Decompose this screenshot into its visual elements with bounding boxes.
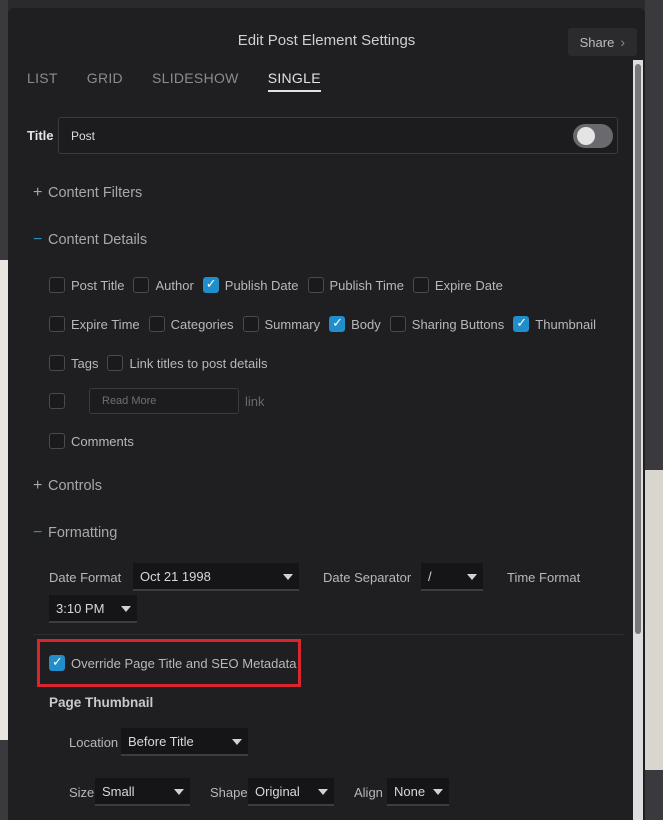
caret-down-icon xyxy=(433,789,443,795)
section-label: Controls xyxy=(48,478,102,494)
date-format-value: Oct 21 1998 xyxy=(140,568,211,584)
checkbox-categories[interactable]: Categories xyxy=(148,316,234,332)
shape-select[interactable]: Original xyxy=(248,778,334,806)
plus-icon: + xyxy=(33,477,43,494)
toggle-knob xyxy=(577,127,595,145)
checkbox-read-more[interactable] xyxy=(49,393,71,409)
checkbox-expire-date[interactable]: Expire Date xyxy=(412,277,503,293)
caret-down-icon xyxy=(318,789,328,795)
checkbox-tags[interactable]: Tags xyxy=(49,355,98,371)
title-row: Title Post xyxy=(27,117,618,154)
backdrop-right xyxy=(645,0,663,820)
minus-icon: − xyxy=(33,524,43,541)
time-format-value: 3:10 PM xyxy=(56,600,105,616)
caret-down-icon xyxy=(174,789,184,795)
checkbox-summary[interactable]: Summary xyxy=(242,316,320,332)
size-value: Small xyxy=(102,783,135,799)
checkbox-row-3: Tags Link titles to post details xyxy=(49,355,277,371)
caret-down-icon xyxy=(283,574,293,580)
section-label: Formatting xyxy=(48,525,118,541)
title-toggle[interactable] xyxy=(573,124,613,148)
plus-icon: + xyxy=(33,184,43,201)
section-formatting[interactable]: − Formatting xyxy=(33,524,117,542)
location-label: Location xyxy=(69,735,119,750)
checkbox-link-titles[interactable]: Link titles to post details xyxy=(107,355,268,371)
checkbox-override-seo[interactable]: Override Page Title and SEO Metadata xyxy=(49,654,296,671)
scrollbar[interactable] xyxy=(633,60,643,820)
checkbox-sharing-buttons[interactable]: Sharing Buttons xyxy=(389,316,504,332)
align-select[interactable]: None xyxy=(387,778,449,806)
backdrop-left xyxy=(0,0,8,820)
title-input[interactable]: Post xyxy=(58,117,618,154)
title-value: Post xyxy=(71,128,96,143)
location-value: Before Title xyxy=(128,733,194,749)
override-row: Override Page Title and SEO Metadata xyxy=(49,654,305,671)
date-format-label: Date Format xyxy=(49,570,122,585)
read-more-row: Read More link xyxy=(49,388,265,414)
location-select[interactable]: Before Title xyxy=(121,728,248,756)
shape-label: Shape xyxy=(210,785,248,800)
checkbox-row-1: Post Title Author Publish Date Publish T… xyxy=(49,276,512,293)
date-separator-value: / xyxy=(428,568,432,584)
tab-single[interactable]: SINGLE xyxy=(267,70,321,92)
size-label: Size xyxy=(69,785,95,800)
tab-list[interactable]: LIST xyxy=(27,70,58,92)
caret-down-icon xyxy=(232,739,242,745)
checkbox-publish-date[interactable]: Publish Date xyxy=(202,276,299,293)
scrollbar-thumb[interactable] xyxy=(635,64,641,634)
page-thumbnail-heading: Page Thumbnail xyxy=(49,695,154,710)
section-label: Content Details xyxy=(48,232,148,248)
section-content-details[interactable]: − Content Details xyxy=(33,231,147,249)
checkbox-author[interactable]: Author xyxy=(133,277,194,293)
caret-down-icon xyxy=(121,606,131,612)
chevron-right-icon: › xyxy=(620,34,625,50)
date-format-select[interactable]: Oct 21 1998 xyxy=(133,563,299,591)
size-select[interactable]: Small xyxy=(95,778,190,806)
checkbox-publish-time[interactable]: Publish Time xyxy=(307,277,404,293)
date-separator-label: Date Separator xyxy=(323,570,412,585)
tab-slideshow[interactable]: SLIDESHOW xyxy=(152,70,239,92)
checkbox-expire-time[interactable]: Expire Time xyxy=(49,316,140,332)
checkbox-row-2: Expire Time Categories Summary Body Shar… xyxy=(49,315,605,332)
settings-modal: Edit Post Element Settings Share › LIST … xyxy=(8,8,645,820)
title-label: Title xyxy=(27,128,54,143)
date-separator-select[interactable]: / xyxy=(421,563,483,591)
tab-grid[interactable]: GRID xyxy=(87,70,123,92)
minus-icon: − xyxy=(33,231,43,248)
time-format-label: Time Format xyxy=(507,570,581,585)
section-content-filters[interactable]: + Content Filters xyxy=(33,184,142,202)
section-label: Content Filters xyxy=(48,185,143,201)
checkbox-comments[interactable]: Comments xyxy=(49,433,134,449)
share-label: Share xyxy=(579,34,615,50)
read-more-input[interactable]: Read More xyxy=(89,388,239,414)
align-label: Align xyxy=(354,785,383,800)
align-value: None xyxy=(394,783,426,799)
divider xyxy=(33,634,623,635)
modal-title: Edit Post Element Settings xyxy=(237,32,416,49)
time-format-select[interactable]: 3:10 PM xyxy=(49,595,137,623)
read-more-suffix: link xyxy=(245,393,265,409)
section-controls[interactable]: + Controls xyxy=(33,477,102,495)
checkbox-post-title[interactable]: Post Title xyxy=(49,277,124,293)
share-button[interactable]: Share › xyxy=(567,28,637,56)
checkbox-body[interactable]: Body xyxy=(329,315,381,332)
checkbox-thumbnail[interactable]: Thumbnail xyxy=(513,315,596,332)
tab-bar: LIST GRID SLIDESHOW SINGLE xyxy=(27,70,350,92)
checkbox-row-comments: Comments xyxy=(49,433,143,449)
caret-down-icon xyxy=(467,574,477,580)
shape-value: Original xyxy=(255,783,300,799)
